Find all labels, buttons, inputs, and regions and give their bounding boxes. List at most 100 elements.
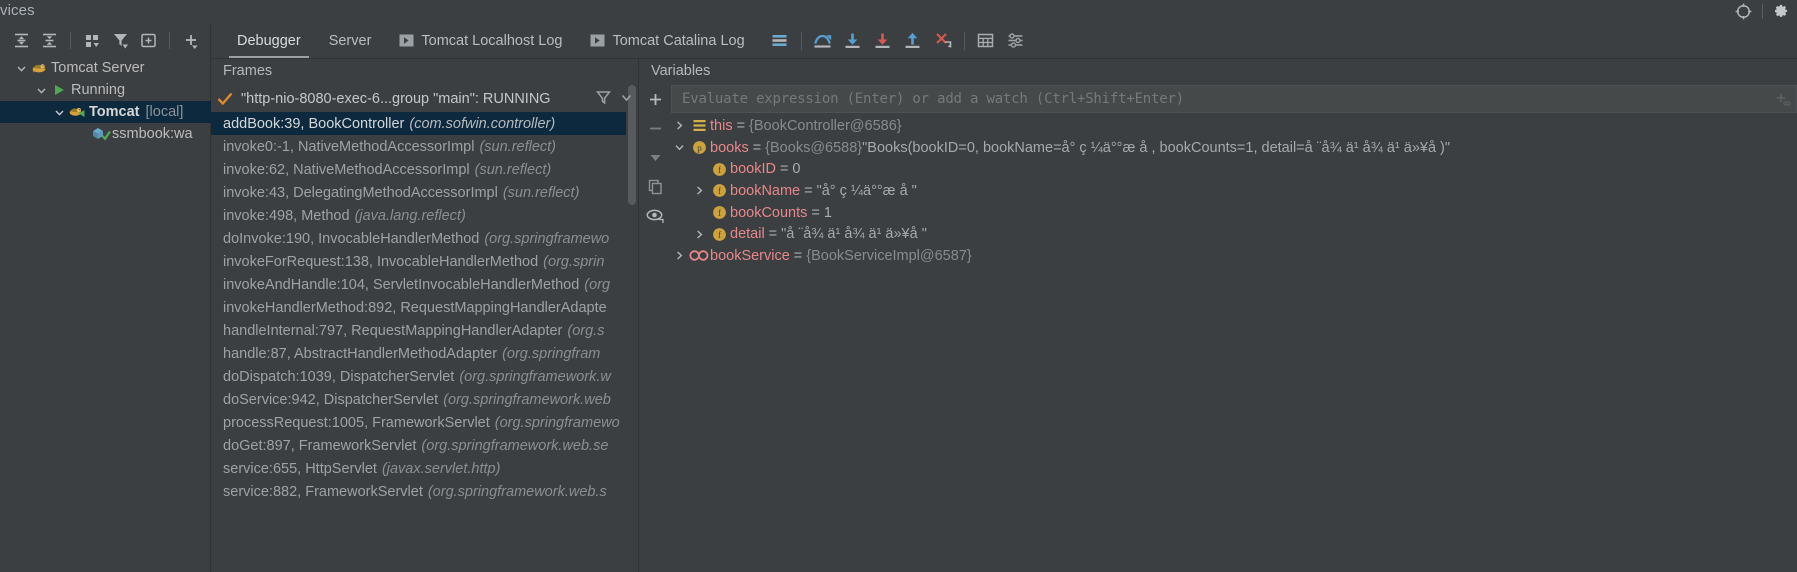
- tab-server[interactable]: Server: [315, 23, 386, 58]
- frame-row[interactable]: invoke:43, DelegatingMethodAccessorImpl(…: [211, 181, 638, 204]
- frame-method: handle:87, AbstractHandlerMethodAdapter: [223, 345, 498, 362]
- variable-equals: =: [768, 226, 778, 243]
- variable-row[interactable]: f bookCounts = 1: [671, 202, 1797, 224]
- frame-row[interactable]: handleInternal:797, RequestMappingHandle…: [211, 319, 638, 342]
- frames-pane: "http-nio-8080-exec-6...group "main": RU…: [211, 85, 638, 572]
- tree-item-tomcat-server[interactable]: Tomcat Server: [0, 57, 211, 79]
- frame-row[interactable]: service:882, FrameworkServlet (org.spring…: [211, 480, 638, 503]
- inspect-icon[interactable]: [639, 201, 671, 230]
- drop-frame-icon[interactable]: [928, 26, 958, 56]
- step-into-icon[interactable]: [838, 26, 868, 56]
- expand-all-icon[interactable]: [8, 27, 34, 53]
- frame-package: (org.sprin: [543, 253, 605, 270]
- chevron-down-icon[interactable]: [620, 91, 633, 104]
- collapse-all-icon[interactable]: [36, 27, 62, 53]
- frame-package: (org: [584, 276, 611, 293]
- show-execution-point-icon[interactable]: [765, 26, 795, 56]
- frame-method: handleInternal:797, RequestMappingHandle…: [223, 322, 563, 339]
- frames-list[interactable]: addBook:39, BookController (com.sofwin.co…: [211, 112, 638, 503]
- tree-item-ssmbook-war[interactable]: ssmbook:wa: [0, 123, 211, 145]
- svg-text:f: f: [718, 230, 721, 240]
- frame-package: (org.springframework.w: [459, 368, 611, 385]
- chevron-right-icon[interactable]: [671, 250, 688, 261]
- variable-value: 0: [792, 161, 801, 178]
- tab-tomcat-localhost-log[interactable]: Tomcat Localhost Log: [385, 23, 576, 58]
- tree-item-label: Tomcat: [89, 104, 140, 120]
- frame-row[interactable]: invokeAndHandle:104, ServletInvocableHan…: [211, 273, 638, 296]
- chevron-down-icon[interactable]: [34, 85, 49, 96]
- chevron-right-icon[interactable]: [671, 120, 688, 131]
- step-over-icon[interactable]: [808, 26, 838, 56]
- tab-label: Server: [328, 32, 372, 49]
- frame-method: invoke:498, Method: [223, 207, 350, 224]
- run-green-icon: [49, 83, 69, 97]
- frame-row[interactable]: doGet:897, FrameworkServlet (org.springfr…: [211, 434, 638, 457]
- services-tree[interactable]: Tomcat Server Running Tomcat [local] ssm…: [0, 57, 211, 145]
- step-out-icon[interactable]: [898, 26, 928, 56]
- variable-row[interactable]: f bookName = "å° ç ¼ä°°æ å ": [671, 180, 1797, 202]
- frame-row[interactable]: invokeForRequest:138, InvocableHandlerMe…: [211, 250, 638, 273]
- frames-scrollbar[interactable]: [626, 85, 638, 572]
- variable-row[interactable]: this = {BookController@6586}: [671, 115, 1797, 137]
- chevron-down-icon[interactable]: [671, 142, 688, 153]
- frame-row[interactable]: doInvoke:190, InvocableHandlerMethod (org…: [211, 227, 638, 250]
- move-down-icon[interactable]: [639, 143, 671, 172]
- frame-row[interactable]: invokeHandlerMethod:892, RequestMappingH…: [211, 296, 638, 319]
- gear-icon[interactable]: [1773, 4, 1789, 20]
- variable-equals: =: [736, 117, 746, 134]
- tree-item-tomcat-local[interactable]: Tomcat [local]: [0, 101, 211, 123]
- variable-row[interactable]: f detail = "å ¨å¾ ä¹ å¾ ä¹ ä»¥å ": [671, 223, 1797, 245]
- variable-value: "å° ç ¼ä°°æ å ": [816, 182, 917, 199]
- add-icon[interactable]: [178, 27, 204, 53]
- param-icon: p: [688, 140, 710, 155]
- evaluate-expression-icon[interactable]: [971, 26, 1001, 56]
- frame-row[interactable]: processRequest:1005, FrameworkServlet (or…: [211, 411, 638, 434]
- frames-pane-title: Frames: [223, 63, 273, 79]
- tree-item-running[interactable]: Running: [0, 79, 211, 101]
- chevron-down-icon[interactable]: [14, 63, 29, 74]
- variable-equals: =: [752, 139, 762, 156]
- frame-row[interactable]: handle:87, AbstractHandlerMethodAdapter(…: [211, 342, 638, 365]
- group-by-icon[interactable]: [79, 27, 105, 53]
- frame-row[interactable]: invoke:498, Method (java.lang.reflect): [211, 204, 638, 227]
- force-step-into-icon[interactable]: [868, 26, 898, 56]
- variable-row[interactable]: bookService = {BookServiceImpl@6587}: [671, 245, 1797, 267]
- frame-row[interactable]: invoke0:-1, NativeMethodAccessorImpl (sun…: [211, 135, 638, 158]
- frame-package: (com.sofwin.controller): [409, 115, 556, 132]
- tab-debugger[interactable]: Debugger: [223, 23, 315, 58]
- variable-row[interactable]: f bookID = 0: [671, 158, 1797, 180]
- chevron-down-icon[interactable]: [52, 107, 67, 118]
- tab-tomcat-catalina-log[interactable]: Tomcat Catalina Log: [576, 23, 758, 58]
- add-watch-plus-icon[interactable]: [1774, 91, 1791, 108]
- locate-icon[interactable]: [1735, 3, 1752, 20]
- settings-lines-icon[interactable]: [1001, 26, 1031, 56]
- frame-method: invokeAndHandle:104, ServletInvocableHan…: [223, 276, 580, 293]
- frame-method: invokeForRequest:138, InvocableHandlerMe…: [223, 253, 539, 270]
- variable-reference: {BookServiceImpl@6587}: [806, 247, 972, 264]
- debugger-tabbar: Debugger Server Tomcat Localhost Log Tom…: [211, 23, 1797, 58]
- frame-package: (java.lang.reflect): [354, 207, 466, 224]
- frame-row[interactable]: doDispatch:1039, DispatcherServlet (org.s…: [211, 365, 638, 388]
- toolbar-divider: [800, 31, 802, 50]
- frame-row[interactable]: addBook:39, BookController (com.sofwin.co…: [211, 112, 638, 135]
- variable-value: "Books(bookID=0, bookName=å° ç ¼ä°°æ å ,…: [862, 139, 1451, 156]
- thread-selector[interactable]: "http-nio-8080-exec-6...group "main": RU…: [211, 85, 638, 112]
- frame-row[interactable]: doService:942, DispatcherServlet (org.spr…: [211, 388, 638, 411]
- remove-watch-icon[interactable]: [639, 114, 671, 143]
- chevron-right-icon[interactable]: [691, 229, 708, 240]
- tomcat-debug-icon: [67, 104, 87, 120]
- evaluate-expression-bar[interactable]: Evaluate expression (Enter) or add a wat…: [671, 85, 1797, 113]
- toolbar-divider: [70, 31, 71, 49]
- frame-row[interactable]: service:655, HttpServlet (javax.servlet.h…: [211, 457, 638, 480]
- frame-row[interactable]: invoke:62, NativeMethodAccessorImpl (sun.…: [211, 158, 638, 181]
- add-tab-icon[interactable]: [135, 27, 161, 53]
- filter-threads-icon[interactable]: [595, 89, 612, 106]
- debugger-area: Debugger Server Tomcat Localhost Log Tom…: [211, 23, 1797, 572]
- copy-value-icon[interactable]: [639, 172, 671, 201]
- thread-label: "http-nio-8080-exec-6...group "main": RU…: [241, 90, 551, 107]
- add-watch-icon[interactable]: [639, 85, 671, 114]
- filter-icon[interactable]: [107, 27, 133, 53]
- variable-row[interactable]: p books = {Books@6588} "Books(bookID=0, boo…: [671, 137, 1797, 159]
- chevron-right-icon[interactable]: [691, 185, 708, 196]
- variables-tree[interactable]: this = {BookController@6586} p books = {Books@…: [671, 115, 1797, 267]
